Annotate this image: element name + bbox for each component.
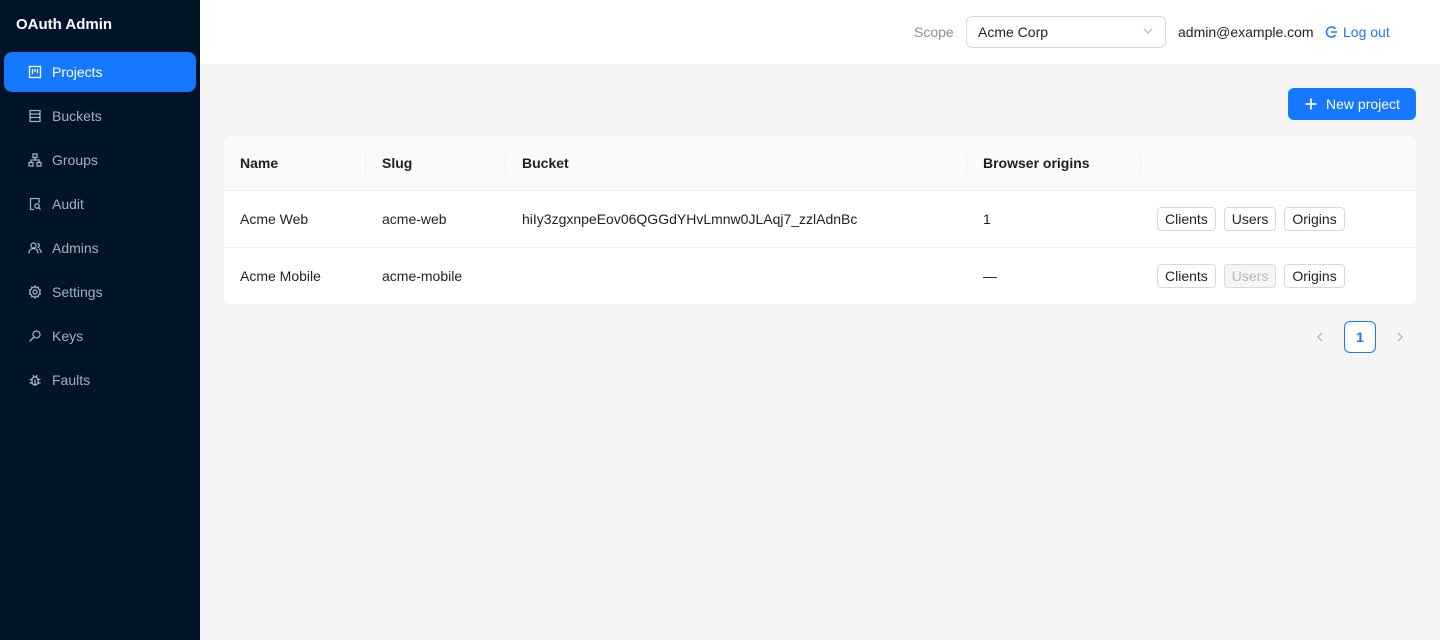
plus-icon (1305, 98, 1317, 110)
sidebar-item-audit[interactable]: Audit (4, 184, 196, 224)
cell-browser-origins: 1 (983, 211, 991, 227)
cell-browser-origins: — (983, 268, 997, 284)
sidebar-item-label: Groups (52, 152, 98, 168)
cell-bucket (506, 248, 967, 304)
pagination: 1 (1304, 321, 1416, 353)
cell-actions: Clients Users Origins (1141, 191, 1416, 247)
prev-page-button[interactable] (1304, 321, 1336, 353)
sidebar-item-label: Settings (52, 284, 103, 300)
column-header-bucket: Bucket (506, 136, 967, 190)
file-search-icon (28, 197, 42, 211)
key-icon (28, 329, 42, 343)
cell-bucket: hiIy3zgxnpeEov06QGGdYHvLmnw0JLAqj7_zzlAd… (522, 211, 858, 227)
next-page-button[interactable] (1384, 321, 1416, 353)
cluster-icon (28, 153, 42, 167)
users-button-disabled: Users (1223, 264, 1277, 288)
origins-button[interactable]: Origins (1284, 264, 1345, 288)
sidebar-item-groups[interactable]: Groups (4, 140, 196, 180)
table-row: Acme Mobile acme-mobile — Clients Users … (224, 248, 1416, 305)
table-header: Name Slug Bucket Browser origins (224, 136, 1416, 191)
sidebar-item-settings[interactable]: Settings (4, 272, 196, 312)
sidebar-item-label: Projects (52, 64, 103, 80)
sidebar-item-keys[interactable]: Keys (4, 316, 196, 356)
user-email: admin@example.com (1178, 24, 1314, 40)
sidebar-item-admins[interactable]: Admins (4, 228, 196, 268)
sidebar-item-label: Audit (52, 196, 84, 212)
scope-select-value: Acme Corp (978, 24, 1049, 40)
logout-icon (1325, 26, 1337, 38)
sidebar-item-label: Admins (52, 240, 99, 256)
page-item-current[interactable]: 1 (1344, 321, 1376, 353)
column-header-actions (1141, 136, 1416, 190)
sidebar: OAuth Admin Projects Buckets Groups Audi… (0, 0, 200, 640)
cell-actions: Clients Users Origins (1141, 248, 1416, 304)
chevron-left-icon (1317, 332, 1323, 342)
column-header-browser-origins: Browser origins (967, 136, 1141, 190)
cell-slug: acme-web (382, 211, 447, 227)
logout-link[interactable]: Log out (1324, 24, 1390, 40)
cell-name: Acme Mobile (240, 268, 321, 284)
sidebar-item-label: Faults (52, 372, 91, 388)
logout-label: Log out (1343, 24, 1390, 40)
chevron-down-icon (1142, 24, 1154, 40)
sidebar-item-buckets[interactable]: Buckets (4, 96, 196, 136)
column-header-name: Name (224, 136, 366, 190)
clients-button[interactable]: Clients (1157, 264, 1216, 288)
sidebar-item-projects[interactable]: Projects (4, 52, 196, 92)
sidebar-item-label: Keys (52, 328, 84, 344)
top-header: Scope Acme Corp admin@example.com Log ou… (200, 0, 1440, 64)
users-button[interactable]: Users (1223, 207, 1277, 231)
new-project-label: New project (1326, 96, 1400, 112)
clients-button[interactable]: Clients (1157, 207, 1216, 231)
gear-icon (28, 285, 42, 299)
chevron-right-icon (1397, 332, 1403, 342)
sidebar-menu: Projects Buckets Groups Audit Admins Set… (0, 48, 200, 408)
sidebar-item-label: Buckets (52, 108, 102, 124)
team-icon (28, 241, 42, 255)
database-icon (28, 109, 42, 123)
projects-table: Name Slug Bucket Browser origins Acme We… (224, 136, 1416, 305)
table-row: Acme Web acme-web hiIy3zgxnpeEov06QGGdYH… (224, 191, 1416, 248)
cell-name: Acme Web (240, 211, 309, 227)
app-title: OAuth Admin (16, 16, 113, 33)
scope-select[interactable]: Acme Corp (966, 16, 1166, 48)
project-icon (28, 65, 42, 79)
bug-icon (28, 373, 42, 387)
cell-slug: acme-mobile (382, 268, 463, 284)
column-header-slug: Slug (366, 136, 506, 190)
origins-button[interactable]: Origins (1284, 207, 1345, 231)
scope-label: Scope (914, 24, 954, 40)
sidebar-item-faults[interactable]: Faults (4, 360, 196, 400)
new-project-button[interactable]: New project (1288, 88, 1416, 120)
